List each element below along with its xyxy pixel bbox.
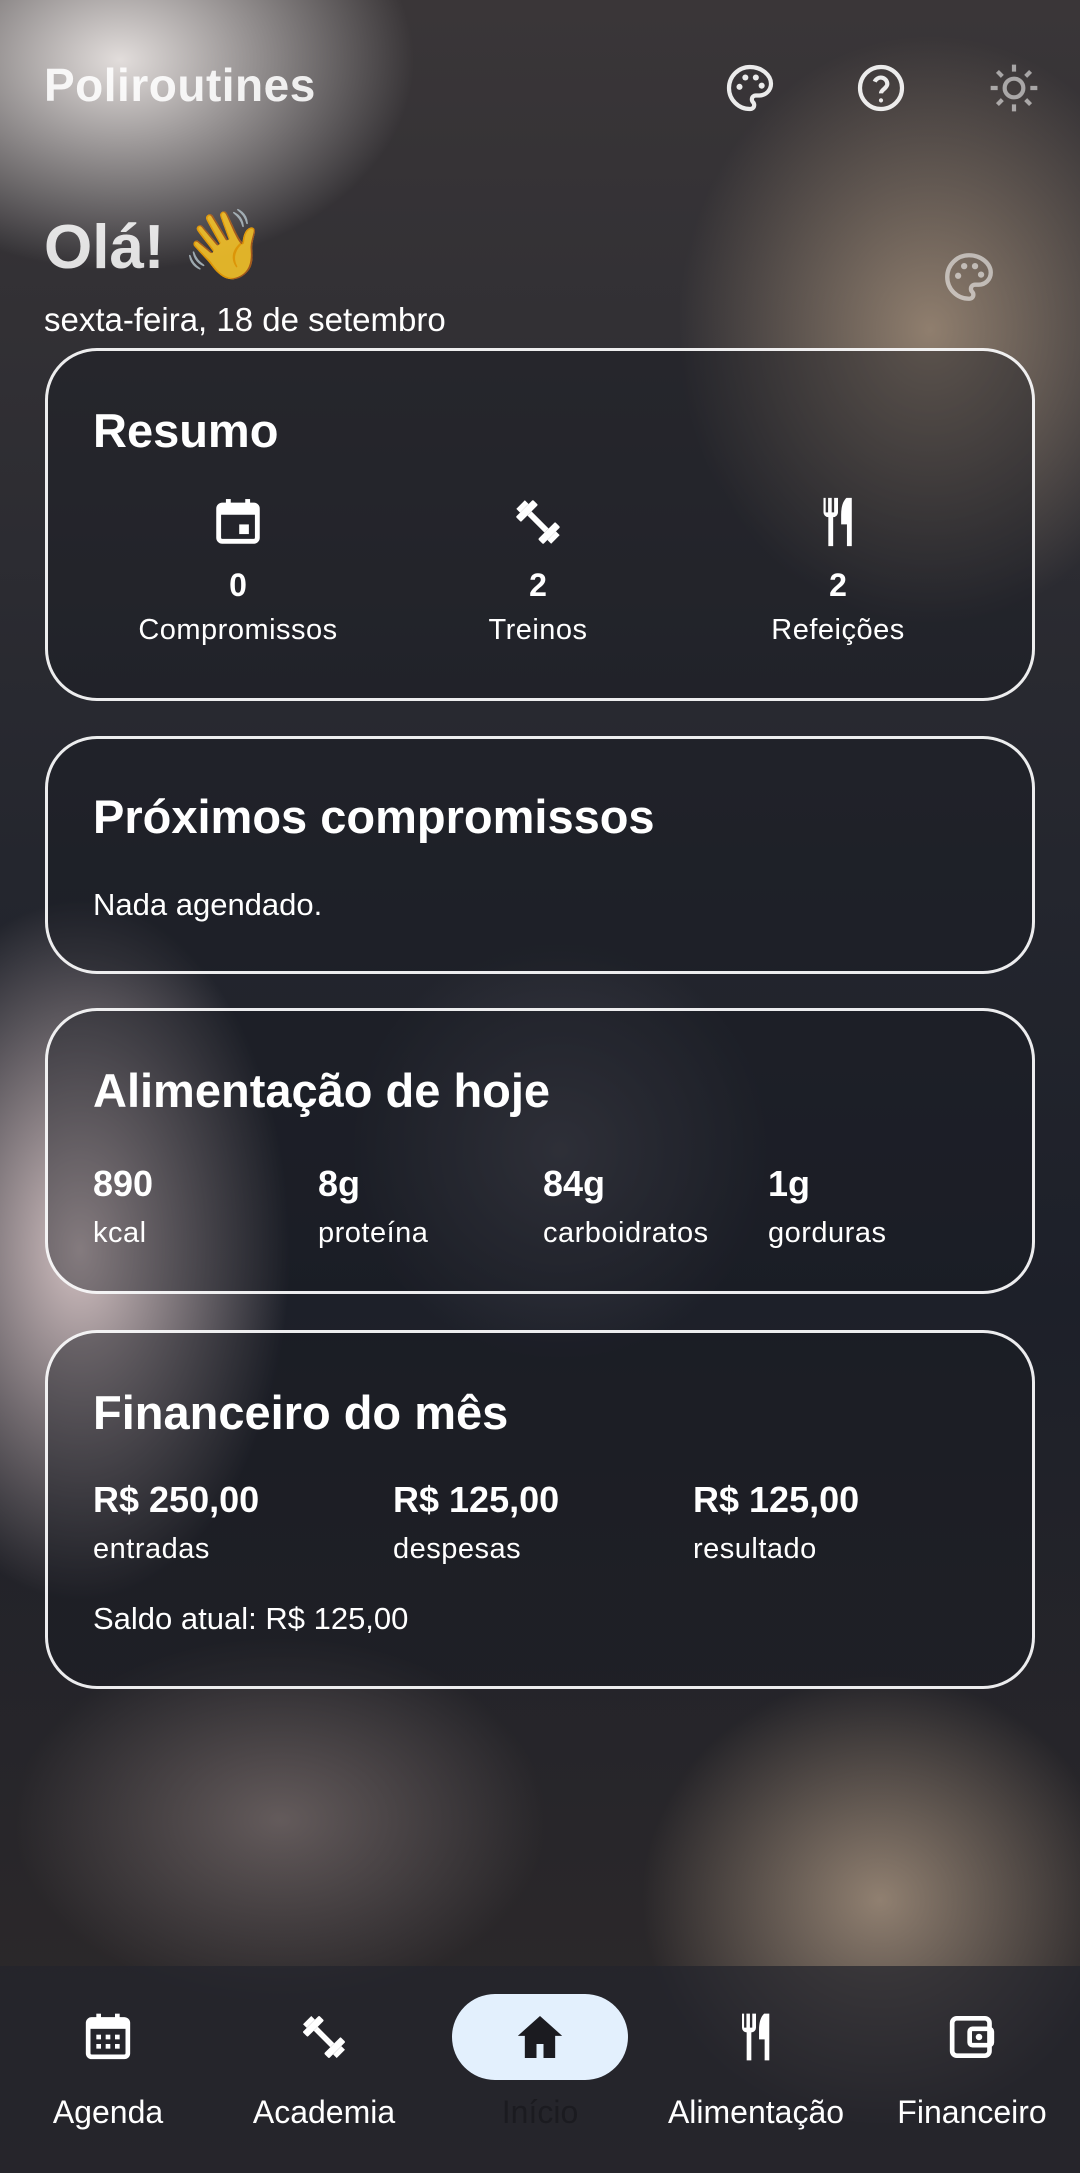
nav-item-financeiro[interactable]: Financeiro: [864, 1994, 1080, 2131]
stat-value: R$ 250,00: [93, 1479, 260, 1520]
card-title: Alimentação de hoje: [93, 1064, 551, 1117]
stat-value: 890: [93, 1163, 154, 1204]
summary-count: 2: [829, 567, 847, 603]
card-title: Resumo: [93, 404, 279, 457]
dumbbell-icon: [303, 2016, 345, 2058]
summary-label: Treinos: [488, 614, 588, 646]
nav-label: Início: [501, 2094, 579, 2130]
summary-item-compromissos: 0 Compromissos: [88, 493, 388, 647]
nav-label: Academia: [252, 2094, 396, 2130]
nav-label: Financeiro: [897, 2094, 1047, 2130]
summary-label: Compromissos: [138, 614, 338, 646]
active-indicator: [452, 1994, 628, 2080]
app-title: Poliroutines: [44, 59, 316, 111]
stat-label: gorduras: [768, 1217, 887, 1249]
stat-protein: 8g proteína: [318, 1163, 428, 1250]
summary-card: Resumo 0 Compromissos 2 Treinos 2 Refeiç…: [45, 348, 1035, 701]
bottom-navigation: Agenda Academia Início Alimentação Finan…: [0, 1966, 1080, 2173]
dumbbell-icon: [516, 500, 560, 544]
stat-expenses: R$ 125,00 despesas: [393, 1479, 559, 1566]
summary-count: 0: [229, 567, 247, 603]
stat-value: 84g: [543, 1163, 606, 1204]
stat-label: entradas: [93, 1533, 210, 1565]
stat-fat: 1g gorduras: [768, 1163, 886, 1250]
brightness-icon[interactable]: [984, 58, 1044, 118]
nav-label: Agenda: [52, 2094, 164, 2130]
home-icon: [517, 2016, 563, 2058]
stat-result: R$ 125,00 resultado: [693, 1479, 859, 1566]
stat-label: resultado: [693, 1533, 817, 1565]
help-icon[interactable]: [851, 58, 911, 118]
calendar-icon: [216, 499, 260, 544]
nav-item-academia[interactable]: Academia: [216, 1994, 432, 2131]
stat-income: R$ 250,00 entradas: [93, 1479, 259, 1566]
nav-item-alimentacao[interactable]: Alimentação: [648, 1994, 864, 2131]
wave-emoji: 👋: [181, 207, 267, 283]
restaurant-icon: [823, 497, 852, 547]
greeting: Olá! 👋: [44, 205, 267, 285]
food-today-card[interactable]: Alimentação de hoje 890 kcal 8g proteína…: [45, 1008, 1035, 1294]
stat-carbs: 84g carboidratos: [543, 1163, 709, 1250]
finance-month-card[interactable]: Financeiro do mês R$ 250,00 entradas R$ …: [45, 1330, 1035, 1689]
stat-value: R$ 125,00: [693, 1479, 860, 1520]
summary-label: Refeições: [771, 614, 905, 646]
stat-kcal: 890 kcal: [93, 1163, 153, 1250]
nav-label: Alimentação: [667, 2094, 845, 2130]
stat-value: 8g: [318, 1163, 361, 1204]
stat-label: carboidratos: [543, 1217, 709, 1249]
summary-count: 2: [529, 567, 547, 603]
stat-label: kcal: [93, 1217, 147, 1249]
card-title: Financeiro do mês: [93, 1386, 509, 1439]
calendar-icon: [85, 2013, 131, 2060]
palette-icon[interactable]: [720, 58, 780, 118]
wallet-icon: [949, 2016, 995, 2058]
app-bar: Poliroutines: [0, 40, 1080, 135]
summary-item-refeicoes: 2 Refeições: [688, 493, 988, 647]
upcoming-appointments-card[interactable]: Próximos compromissos Nada agendado.: [45, 736, 1035, 974]
stat-label: proteína: [318, 1217, 429, 1249]
summary-item-treinos: 2 Treinos: [388, 493, 688, 647]
stat-value: 1g: [768, 1163, 811, 1204]
current-date: sexta-feira, 18 de setembro: [44, 301, 446, 338]
card-title: Próximos compromissos: [93, 790, 655, 843]
nav-item-inicio[interactable]: Início: [432, 1994, 648, 2131]
palette-icon[interactable]: [940, 248, 1000, 308]
greeting-text: Olá!: [44, 213, 165, 282]
stat-value: R$ 125,00: [393, 1479, 560, 1520]
home-screen: Poliroutines Olá! �: [0, 0, 1080, 2173]
stat-label: despesas: [393, 1533, 522, 1565]
empty-state-text: Nada agendado.: [93, 887, 323, 922]
restaurant-icon: [742, 2013, 770, 2061]
nav-item-agenda[interactable]: Agenda: [0, 1994, 216, 2131]
current-balance: Saldo atual: R$ 125,00: [93, 1601, 409, 1636]
